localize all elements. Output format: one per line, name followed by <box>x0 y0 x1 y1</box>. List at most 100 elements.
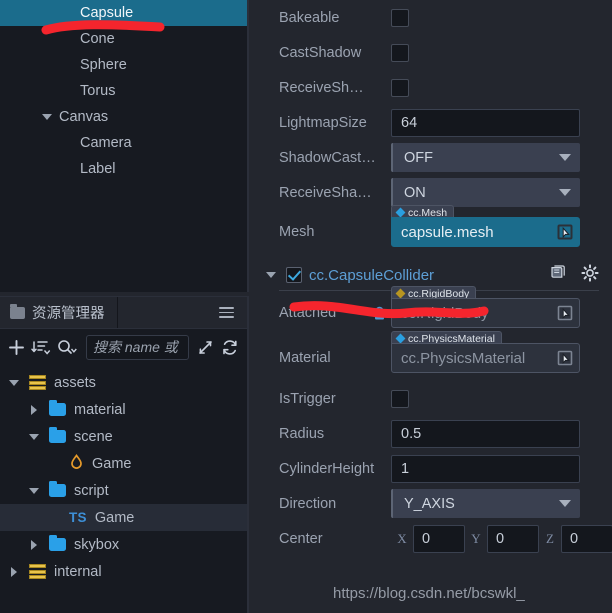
cylinderheight-value: 1 <box>401 460 410 477</box>
property-checkbox[interactable] <box>391 78 409 97</box>
chevron-right-icon[interactable] <box>26 539 42 550</box>
editor-window: Capsule Cone Sphere Torus Canvas Camera Label … <box>0 0 612 613</box>
asset-item-label: scene <box>74 428 113 445</box>
attached-rigidbody-field: cc.RigidBody cc.RigidBody <box>391 286 580 328</box>
direction-dropdown[interactable]: Y_AXIS <box>391 489 580 518</box>
collapse-arrows-icon[interactable] <box>197 339 215 356</box>
hierarchy-item-camera[interactable]: Camera <box>0 130 247 156</box>
property-row-2: ReceiveSh… <box>255 70 612 105</box>
property-label: Direction <box>279 495 337 512</box>
asset-field[interactable]: capsule.mesh <box>391 217 580 247</box>
hierarchy-item-capsule[interactable]: Capsule <box>0 0 247 26</box>
center-x-value: 0 <box>422 530 431 547</box>
property-label: Attached <box>279 305 337 321</box>
search-input[interactable] <box>93 339 182 355</box>
property-number-input[interactable]: 64 <box>391 108 580 137</box>
property-row-attached: Attached cc.RigidBody cc.RigidBody <box>255 286 612 335</box>
property-label: Material <box>279 350 331 366</box>
radius-input[interactable]: 0.5 <box>391 419 580 448</box>
chevron-down-icon[interactable] <box>6 379 22 386</box>
asset-item-material[interactable]: material <box>0 396 247 423</box>
asset-item-game[interactable]: TS Game <box>0 504 247 531</box>
assets-tabbar-spacer <box>117 297 247 328</box>
property-label: IsTrigger <box>279 390 336 407</box>
flame-icon <box>69 453 84 474</box>
asset-value: cc.RigidBody <box>401 304 489 322</box>
book-icon[interactable] <box>549 264 567 286</box>
hierarchy-item-cone[interactable]: Cone <box>0 26 247 52</box>
hierarchy-item-torus[interactable]: Torus <box>0 78 247 104</box>
asset-picker-icon[interactable] <box>555 303 575 324</box>
property-row-direction: Direction Y_AXIS <box>255 486 612 521</box>
property-checkbox[interactable] <box>391 8 409 27</box>
chevron-down-icon <box>559 154 571 161</box>
hierarchy-item-label: Label <box>80 161 116 177</box>
center-y-label: Y <box>471 530 481 546</box>
asset-item-label: Game <box>94 509 135 526</box>
property-label: Bakeable <box>279 9 340 26</box>
hierarchy-item-label[interactable]: Label <box>0 156 247 182</box>
center-vector3: X 0 Y 0 Z 0 <box>391 524 612 553</box>
component-title: cc.CapsuleCollider <box>309 266 435 284</box>
typescript-icon: TS <box>69 510 87 525</box>
asset-item-script[interactable]: script <box>0 477 247 504</box>
property-row-4: ShadowCast… OFF <box>255 140 612 175</box>
property-row-cylinderheight: CylinderHeight 1 <box>255 451 612 486</box>
center-x-input[interactable]: 0 <box>413 524 465 553</box>
chevron-down-icon[interactable] <box>39 114 55 120</box>
asset-item-skybox[interactable]: skybox <box>0 531 247 558</box>
center-y-value: 0 <box>496 530 505 547</box>
diamond-icon <box>395 288 406 299</box>
asset-item-label: material <box>74 401 126 418</box>
hierarchy-item-label: Sphere <box>80 57 127 73</box>
istrigger-checkbox[interactable] <box>391 389 409 408</box>
property-value: ON <box>404 184 426 201</box>
center-z-input[interactable]: 0 <box>561 524 612 553</box>
chevron-down-icon <box>559 500 571 507</box>
property-label: ShadowCast… <box>279 149 376 166</box>
plus-icon[interactable] <box>8 339 25 356</box>
property-label: LightmapSize <box>279 114 367 131</box>
mesh-renderer-properties: Bakeable CastShadow ReceiveSh… LightmapSize… <box>255 0 612 210</box>
asset-picker-icon[interactable] <box>555 222 575 243</box>
property-label: CastShadow <box>279 44 362 61</box>
asset-value: capsule.mesh <box>401 223 494 241</box>
chevron-right-icon[interactable] <box>6 566 22 577</box>
asset-item-scene[interactable]: scene <box>0 423 247 450</box>
asset-field: cc.RigidBody <box>391 298 580 328</box>
property-label: Center <box>279 530 323 547</box>
hierarchy-item-sphere[interactable]: Sphere <box>0 52 247 78</box>
search-box[interactable] <box>86 334 189 360</box>
gear-icon[interactable] <box>581 263 599 287</box>
component-collapse-caret[interactable] <box>263 272 279 278</box>
sort-icon[interactable] <box>31 339 51 356</box>
hierarchy-item-canvas[interactable]: Canvas <box>0 104 247 130</box>
refresh-icon[interactable] <box>221 339 239 356</box>
component-enabled-checkbox[interactable] <box>286 267 302 283</box>
property-dropdown[interactable]: ON <box>391 178 580 207</box>
chevron-down-icon[interactable] <box>26 487 42 494</box>
chevron-down-icon[interactable] <box>26 433 42 440</box>
cylinderheight-input[interactable]: 1 <box>391 454 580 483</box>
asset-item-label: assets <box>54 374 96 391</box>
watermark: https://blog.csdn.net/bcswkl_ <box>333 585 525 602</box>
property-checkbox[interactable] <box>391 43 409 62</box>
property-dropdown[interactable]: OFF <box>391 143 580 172</box>
folder-icon <box>49 480 66 497</box>
tab-resource-manager[interactable]: 资源管理器 <box>0 297 118 328</box>
asset-value: cc.PhysicsMaterial <box>401 349 526 367</box>
asset-item-assets[interactable]: assets <box>0 369 247 396</box>
hamburger-icon[interactable] <box>219 307 234 318</box>
mesh-reference-field[interactable]: cc.Mesh capsule.mesh <box>391 205 580 247</box>
asset-picker-icon[interactable] <box>555 348 575 369</box>
asset-item-game[interactable]: Game <box>0 450 247 477</box>
property-label: ReceiveSha… <box>279 184 372 201</box>
asset-field[interactable]: cc.PhysicsMaterial <box>391 343 580 373</box>
asset-item-internal[interactable]: internal <box>0 558 247 585</box>
physics-material-field[interactable]: cc.PhysicsMaterial cc.PhysicsMaterial <box>391 331 580 373</box>
hierarchy-panel: Capsule Cone Sphere Torus Canvas Camera Label <box>0 0 249 292</box>
search-filter-icon[interactable] <box>57 339 78 356</box>
property-label: Radius <box>279 425 325 442</box>
center-y-input[interactable]: 0 <box>487 524 539 553</box>
chevron-right-icon[interactable] <box>26 404 42 415</box>
